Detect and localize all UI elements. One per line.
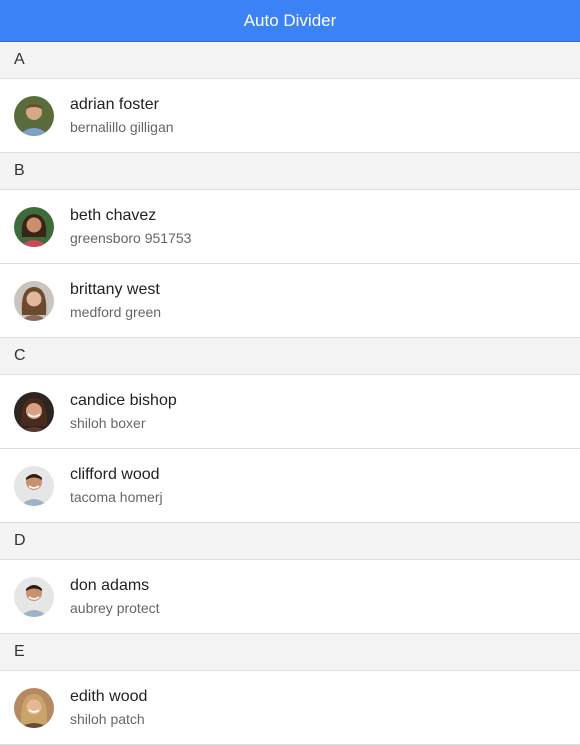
list-item[interactable]: adrian foster bernalillo gilligan xyxy=(0,79,580,153)
list-item[interactable]: candice bishop shiloh boxer xyxy=(0,375,580,449)
avatar xyxy=(14,465,54,506)
contact-name: brittany west xyxy=(70,281,160,298)
divider-label: C xyxy=(14,347,26,364)
list-item[interactable]: brittany west medford green xyxy=(0,264,580,338)
list-item[interactable]: beth chavez greensboro 951753 xyxy=(0,190,580,264)
divider-label: A xyxy=(14,51,25,68)
divider-a: A xyxy=(0,42,580,79)
contact-subtitle: tacoma homerj xyxy=(70,489,163,505)
divider-e: E xyxy=(0,634,580,671)
contact-subtitle: shiloh boxer xyxy=(70,415,146,431)
avatar xyxy=(14,687,54,728)
avatar xyxy=(14,391,54,432)
avatar xyxy=(14,95,54,136)
divider-label: B xyxy=(14,162,25,179)
avatar xyxy=(14,576,54,617)
app-header: Auto Divider xyxy=(0,0,580,42)
contact-name: edith wood xyxy=(70,688,148,705)
avatar xyxy=(14,280,54,321)
contact-subtitle: aubrey protect xyxy=(70,600,160,616)
contact-subtitle: medford green xyxy=(70,304,162,320)
list-item[interactable]: don adams aubrey protect xyxy=(0,560,580,634)
header-title: Auto Divider xyxy=(243,10,337,30)
contact-list: A adrian foster bernalillo gilligan B be… xyxy=(0,42,580,745)
contact-subtitle: greensboro 951753 xyxy=(70,230,192,246)
list-item[interactable]: clifford wood tacoma homerj xyxy=(0,449,580,523)
divider-c: C xyxy=(0,338,580,375)
contact-name: clifford wood xyxy=(70,466,160,483)
contact-name: beth chavez xyxy=(70,207,157,224)
divider-d: D xyxy=(0,523,580,560)
contact-name: adrian foster xyxy=(70,96,159,113)
divider-label: E xyxy=(14,643,25,660)
contact-name: don adams xyxy=(70,577,150,594)
avatar xyxy=(14,206,54,247)
divider-b: B xyxy=(0,153,580,190)
divider-label: D xyxy=(14,532,26,549)
contact-name: candice bishop xyxy=(70,392,177,409)
contact-subtitle: bernalillo gilligan xyxy=(70,119,174,135)
contact-subtitle: shiloh patch xyxy=(70,711,145,727)
